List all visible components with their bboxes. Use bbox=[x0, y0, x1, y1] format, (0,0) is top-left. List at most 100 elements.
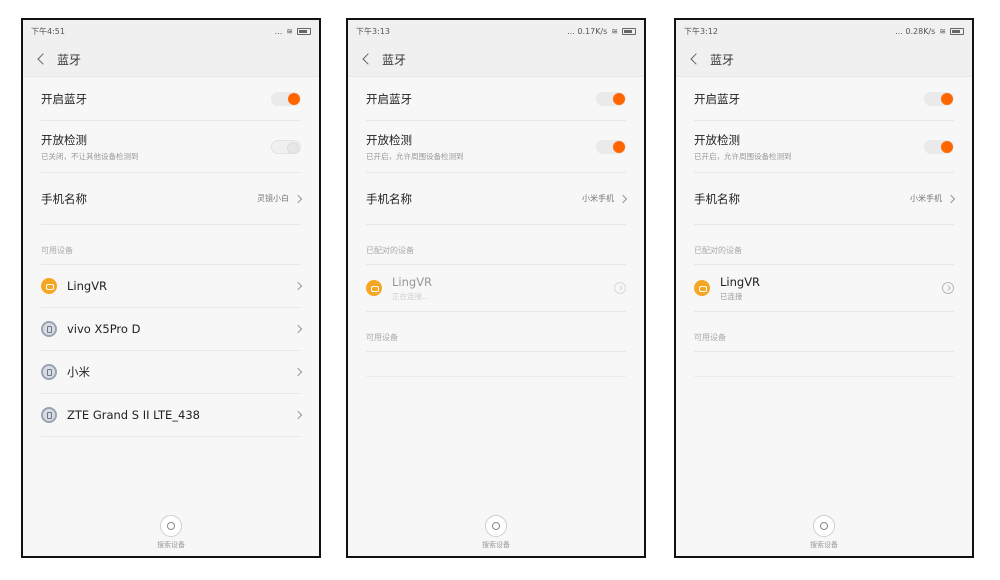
available-devices-header: 可用设备 bbox=[41, 225, 301, 265]
network-speed: ... 0.17K/s bbox=[567, 26, 608, 36]
wifi-icon: ≋ bbox=[939, 26, 946, 36]
device-status: 已连接 bbox=[720, 291, 743, 301]
bluetooth-toggle-row[interactable]: 开启蓝牙 bbox=[366, 77, 626, 121]
device-item[interactable]: ZTE Grand S II LTE_438 bbox=[41, 394, 303, 437]
status-bar: 下午3:13 ... 0.17K/s ≋ bbox=[348, 20, 644, 42]
device-name: LingVR bbox=[392, 274, 433, 289]
device-status: 正在连接... bbox=[392, 291, 430, 301]
chevron-right-icon bbox=[293, 324, 303, 334]
scan-area: 搜索设备 bbox=[676, 515, 972, 550]
discoverable-row[interactable]: 开放检测 已开启，允许周围设备检测到 bbox=[694, 121, 954, 173]
phone-name-value: 灵镜小白 bbox=[257, 194, 289, 203]
status-bar: 下午3:12 ... 0.28K/s ≋ bbox=[676, 20, 972, 42]
device-detail-icon[interactable] bbox=[614, 282, 626, 294]
phone-name-label: 手机名称 bbox=[41, 191, 87, 206]
bluetooth-label: 开启蓝牙 bbox=[366, 91, 412, 106]
paired-devices-header: 已配对的设备 bbox=[694, 225, 954, 265]
page-title: 蓝牙 bbox=[57, 52, 82, 67]
chevron-right-icon bbox=[946, 194, 956, 203]
discoverable-label: 开放检测 bbox=[366, 132, 412, 147]
device-item[interactable]: 小米 bbox=[41, 351, 303, 394]
battery-icon bbox=[622, 27, 636, 35]
phone-device-icon bbox=[41, 407, 57, 423]
bluetooth-switch[interactable] bbox=[596, 91, 626, 106]
paired-devices-header: 已配对的设备 bbox=[366, 225, 626, 265]
device-name: LingVR bbox=[67, 279, 108, 293]
discoverable-label: 开放检测 bbox=[694, 132, 740, 147]
battery-icon bbox=[950, 27, 964, 35]
phone-device-icon bbox=[41, 364, 57, 380]
empty-list-placeholder bbox=[694, 352, 954, 377]
bluetooth-switch[interactable] bbox=[924, 91, 954, 106]
title-bar: 蓝牙 bbox=[348, 42, 644, 77]
discoverable-subtitle: 已关闭，不让其他设备检测到 bbox=[41, 151, 139, 161]
discoverable-switch[interactable] bbox=[924, 139, 954, 154]
bluetooth-toggle-row[interactable]: 开启蓝牙 bbox=[41, 77, 301, 121]
page-title: 蓝牙 bbox=[710, 52, 735, 67]
title-bar: 蓝牙 bbox=[676, 42, 972, 77]
device-name: vivo X5Pro D bbox=[67, 322, 141, 336]
phone-device-icon bbox=[41, 321, 57, 337]
bluetooth-label: 开启蓝牙 bbox=[694, 91, 740, 106]
network-speed: ... 0.28K/s bbox=[895, 26, 936, 36]
chevron-right-icon bbox=[293, 194, 303, 203]
status-time: 下午4:51 bbox=[31, 26, 65, 36]
paired-device-item[interactable]: LingVR 已连接 bbox=[694, 265, 954, 312]
chevron-right-icon bbox=[293, 410, 303, 420]
scan-label: 搜索设备 bbox=[810, 541, 838, 549]
battery-icon bbox=[297, 27, 311, 35]
discoverable-switch[interactable] bbox=[596, 139, 626, 154]
phone-name-label: 手机名称 bbox=[366, 191, 412, 206]
paired-device-item[interactable]: LingVR 正在连接... bbox=[366, 265, 626, 312]
back-arrow-icon[interactable] bbox=[37, 53, 49, 65]
device-name: ZTE Grand S II LTE_438 bbox=[67, 408, 200, 422]
bluetooth-label: 开启蓝牙 bbox=[41, 91, 87, 106]
phone-name-value: 小米手机 bbox=[582, 194, 614, 203]
wifi-icon: ≋ bbox=[286, 26, 293, 36]
discoverable-row[interactable]: 开放检测 已开启，允许周围设备检测到 bbox=[366, 121, 626, 173]
status-time: 下午3:13 bbox=[356, 26, 390, 36]
phone-screen-3: 下午3:12 ... 0.28K/s ≋ 蓝牙 开启蓝牙 开放检测 已开启，允许… bbox=[674, 18, 974, 558]
bluetooth-switch[interactable] bbox=[271, 91, 301, 106]
phone-name-row[interactable]: 手机名称 小米手机 bbox=[694, 173, 956, 225]
discoverable-switch[interactable] bbox=[271, 139, 301, 154]
chevron-right-icon bbox=[293, 367, 303, 377]
scan-button[interactable] bbox=[485, 515, 507, 537]
vr-device-icon bbox=[366, 280, 382, 296]
discoverable-row[interactable]: 开放检测 已关闭，不让其他设备检测到 bbox=[41, 121, 301, 173]
empty-list-placeholder bbox=[366, 352, 626, 377]
vr-device-icon bbox=[694, 280, 710, 296]
scan-area: 搜索设备 bbox=[348, 515, 644, 550]
phone-name-row[interactable]: 手机名称 小米手机 bbox=[366, 173, 628, 225]
discoverable-label: 开放检测 bbox=[41, 132, 87, 147]
device-name: LingVR bbox=[720, 274, 761, 289]
back-arrow-icon[interactable] bbox=[690, 53, 702, 65]
phone-name-label: 手机名称 bbox=[694, 191, 740, 206]
wifi-icon: ≋ bbox=[611, 26, 618, 36]
phone-screen-1: 下午4:51 ... ≋ 蓝牙 开启蓝牙 开放检测 已关闭，不让其他设备检测到 … bbox=[21, 18, 321, 558]
title-bar: 蓝牙 bbox=[23, 42, 319, 77]
device-item[interactable]: LingVR bbox=[41, 265, 303, 308]
scan-label: 搜索设备 bbox=[482, 541, 510, 549]
discoverable-subtitle: 已开启，允许周围设备检测到 bbox=[366, 151, 464, 161]
device-item[interactable]: vivo X5Pro D bbox=[41, 308, 303, 351]
chevron-right-icon bbox=[293, 281, 303, 291]
phone-name-row[interactable]: 手机名称 灵镜小白 bbox=[41, 173, 303, 225]
device-name: 小米 bbox=[67, 365, 90, 379]
device-detail-icon[interactable] bbox=[942, 282, 954, 294]
bluetooth-toggle-row[interactable]: 开启蓝牙 bbox=[694, 77, 954, 121]
available-devices-header: 可用设备 bbox=[366, 312, 626, 352]
status-bar: 下午4:51 ... ≋ bbox=[23, 20, 319, 42]
page-title: 蓝牙 bbox=[382, 52, 407, 67]
status-time: 下午3:12 bbox=[684, 26, 718, 36]
scan-area: 搜索设备 bbox=[23, 515, 319, 550]
vr-device-icon bbox=[41, 278, 57, 294]
phone-name-value: 小米手机 bbox=[910, 194, 942, 203]
scan-button[interactable] bbox=[160, 515, 182, 537]
available-devices-header: 可用设备 bbox=[694, 312, 954, 352]
scan-button[interactable] bbox=[813, 515, 835, 537]
back-arrow-icon[interactable] bbox=[362, 53, 374, 65]
network-speed: ... bbox=[274, 26, 283, 36]
discoverable-subtitle: 已开启，允许周围设备检测到 bbox=[694, 151, 792, 161]
phone-screen-2: 下午3:13 ... 0.17K/s ≋ 蓝牙 开启蓝牙 开放检测 已开启，允许… bbox=[346, 18, 646, 558]
